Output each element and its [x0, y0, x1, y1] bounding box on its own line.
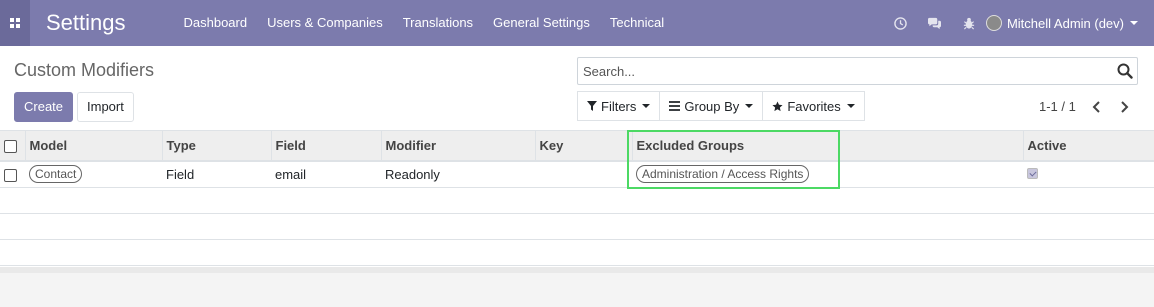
list-icon	[669, 101, 681, 111]
excluded-groups-cell: Administration / Access Rights	[632, 161, 1023, 188]
type-cell: Field	[162, 161, 271, 188]
table-row[interactable]: Contact Field email Readonly Administrat…	[0, 161, 1154, 188]
active-checkbox	[1027, 167, 1038, 179]
import-button[interactable]: Import	[77, 92, 134, 122]
search-input[interactable]	[578, 58, 1098, 85]
column-header-key[interactable]: Key	[534, 131, 632, 162]
apps-menu-button[interactable]	[0, 0, 30, 46]
group-by-button[interactable]: Group By	[659, 91, 764, 121]
pager-next-button[interactable]	[1116, 99, 1132, 115]
pager-previous-button[interactable]	[1088, 99, 1104, 115]
chevron-down-icon	[1130, 21, 1138, 25]
row-select-cell	[0, 161, 25, 188]
user-name: Mitchell Admin (dev)	[1006, 15, 1124, 31]
chat-icon[interactable]	[918, 17, 952, 30]
model-tag[interactable]: Contact	[29, 165, 83, 184]
select-all-checkbox[interactable]	[4, 140, 17, 154]
column-header-modifier[interactable]: Modifier	[380, 131, 535, 162]
chevron-right-icon	[1120, 101, 1128, 113]
table-footer	[0, 267, 1154, 273]
chevron-down-icon	[846, 104, 855, 108]
select-all-cell	[0, 131, 25, 162]
menu-item-technical[interactable]: Technical	[600, 0, 674, 46]
model-cell: Contact	[25, 161, 162, 188]
empty-row	[0, 187, 1154, 214]
chevron-down-icon	[642, 104, 651, 108]
column-header-active[interactable]: Active	[1022, 131, 1154, 162]
empty-row	[0, 239, 1154, 266]
menu-item-users-companies[interactable]: Users & Companies	[257, 0, 393, 46]
search-options: Filters Group By Favorites	[577, 91, 865, 121]
key-cell	[535, 161, 632, 188]
group-by-label: Group By	[684, 98, 740, 114]
column-header-type[interactable]: Type	[161, 131, 271, 162]
clock-icon[interactable]	[884, 16, 918, 30]
chevron-down-icon	[745, 104, 754, 108]
active-cell	[1023, 161, 1154, 188]
menu-item-general-settings[interactable]: General Settings	[483, 0, 600, 46]
column-header-field[interactable]: Field	[270, 131, 381, 162]
user-menu[interactable]: Mitchell Admin (dev)	[985, 15, 1154, 31]
filter-icon	[587, 101, 597, 111]
records-table: Model Type Field Modifier Key Excluded G…	[0, 131, 1154, 266]
top-navbar: Settings Dashboard Users & Companies Tra…	[0, 0, 1154, 46]
column-header-excluded-groups[interactable]: Excluded Groups	[631, 131, 1023, 162]
column-header-model[interactable]: Model	[24, 131, 162, 162]
search-box	[577, 57, 1138, 85]
avatar	[985, 15, 1002, 31]
list-view: Model Type Field Modifier Key Excluded G…	[0, 131, 1154, 267]
chevron-left-icon	[1092, 101, 1100, 113]
main-menu: Dashboard Users & Companies Translations…	[174, 0, 675, 46]
field-cell: email	[271, 161, 381, 188]
row-checkbox[interactable]	[4, 168, 17, 182]
create-button[interactable]: Create	[14, 92, 74, 122]
pager-value[interactable]: 1-1 / 1	[1039, 99, 1076, 114]
page-title: Custom Modifiers	[14, 60, 155, 80]
menu-item-dashboard[interactable]: Dashboard	[174, 0, 258, 46]
bug-icon[interactable]	[952, 17, 986, 30]
search-icon[interactable]	[1117, 63, 1133, 82]
control-panel: Custom Modifiers Create Import Filters G…	[0, 46, 1154, 131]
favorites-label: Favorites	[787, 98, 841, 114]
favorites-button[interactable]: Favorites	[762, 91, 865, 121]
empty-row	[0, 213, 1154, 240]
menu-item-translations[interactable]: Translations	[393, 0, 483, 46]
star-icon	[772, 100, 783, 111]
excluded-group-tag[interactable]: Administration / Access Rights	[636, 165, 810, 184]
apps-grid-icon	[10, 18, 20, 28]
filters-label: Filters	[601, 98, 637, 114]
app-title[interactable]: Settings	[46, 10, 126, 36]
filters-button[interactable]: Filters	[577, 91, 661, 121]
table-header-row: Model Type Field Modifier Key Excluded G…	[0, 131, 1154, 162]
navbar-systray: Mitchell Admin (dev)	[884, 0, 1154, 46]
modifier-cell: Readonly	[381, 161, 535, 188]
